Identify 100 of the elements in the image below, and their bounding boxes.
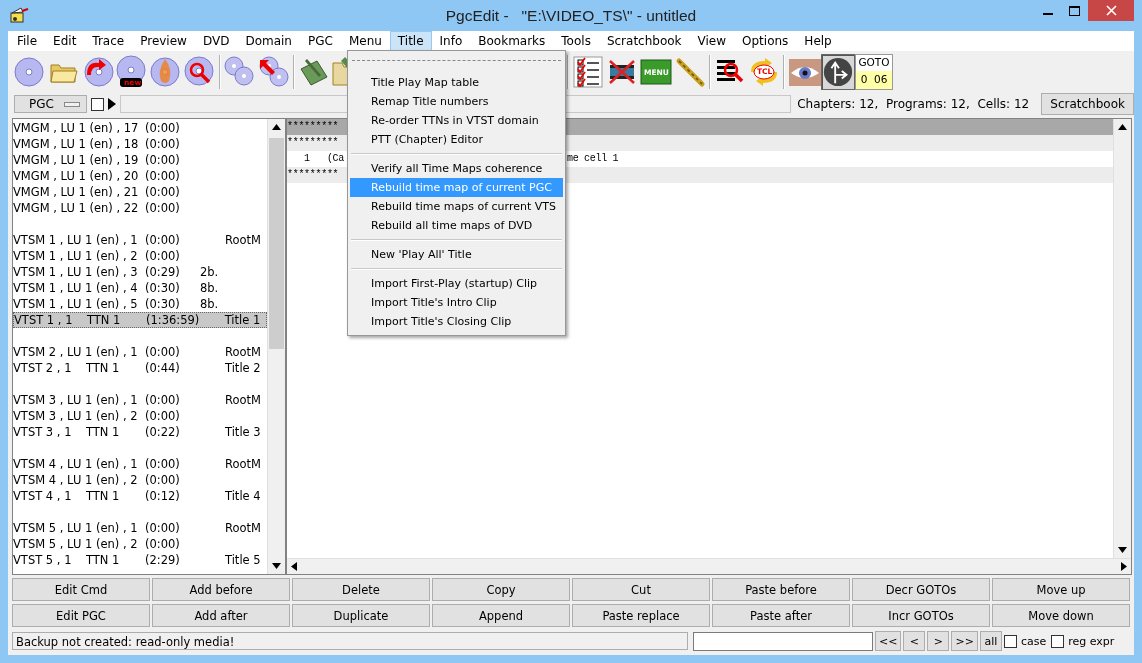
- menu-item[interactable]: Options: [734, 30, 797, 52]
- discs-icon: [223, 55, 257, 89]
- command-button[interactable]: Cut: [572, 578, 710, 601]
- menu-item[interactable]: File: [9, 30, 46, 52]
- list-item[interactable]: VTSM 1 , LU 1 (en) , 1 (0:00) RootM: [13, 232, 267, 248]
- list-item[interactable]: VMGM , LU 1 (en) , 20 (0:00): [13, 168, 267, 184]
- menu-item[interactable]: Menu: [340, 30, 390, 52]
- scrollbar[interactable]: [287, 558, 1131, 574]
- menu-item[interactable]: Verify all Time Maps coherence: [350, 159, 563, 178]
- discs-arrow-icon: [257, 55, 291, 89]
- menu-item[interactable]: Bookmarks: [470, 30, 554, 52]
- play-icon[interactable]: [108, 98, 117, 110]
- list-item[interactable]: VTSM 1 , LU 1 (en) , 2 (0:00): [13, 248, 267, 264]
- menu-item[interactable]: Domain: [237, 30, 300, 52]
- code-line: *********: [287, 136, 339, 150]
- command-button[interactable]: Delete: [292, 578, 430, 601]
- list-item[interactable]: VTSM 1 , LU 1 (en) , 3 (0:29) 2b.: [13, 264, 267, 280]
- list-item[interactable]: VTSM 5 , LU 1 (en) , 2 (0:00): [13, 536, 267, 552]
- list-item[interactable]: VTSM 4 , LU 1 (en) , 2 (0:00): [13, 472, 267, 488]
- command-button[interactable]: Copy: [432, 578, 570, 601]
- list-item[interactable]: VTSM 1 , LU 1 (en) , 4 (0:30) 8b.: [13, 280, 267, 296]
- search-field[interactable]: [693, 631, 873, 651]
- list-item[interactable]: VMGM , LU 1 (en) , 21 (0:00): [13, 184, 267, 200]
- list-item[interactable]: VTSM 3 , LU 1 (en) , 1 (0:00) RootM: [13, 392, 267, 408]
- list-item[interactable]: VTSM 3 , LU 1 (en) , 2 (0:00): [13, 408, 267, 424]
- scroll-down-icon[interactable]: [272, 563, 281, 569]
- maximize-icon[interactable]: [1069, 5, 1080, 16]
- menu-item[interactable]: Edit: [45, 30, 85, 52]
- menu-item[interactable]: Re-order TTNs in VTST domain: [350, 111, 563, 130]
- menu-item[interactable]: PGC: [299, 30, 341, 52]
- menu-item[interactable]: PTT (Chapter) Editor: [350, 130, 563, 149]
- search-button[interactable]: <<: [875, 631, 902, 651]
- command-button[interactable]: Paste after: [712, 604, 850, 627]
- command-button[interactable]: Move up: [992, 578, 1130, 601]
- list-item[interactable]: VTSM 2 , LU 1 (en) , 1 (0:00) RootM: [13, 344, 267, 360]
- menu-item[interactable]: Info: [431, 30, 471, 52]
- list-item[interactable]: VMGM , LU 1 (en) , 18 (0:00): [13, 136, 267, 152]
- list-item[interactable]: VTST 2 , 1 TTN 1 (0:44) Title 2: [13, 360, 267, 376]
- menu-item[interactable]: Rebuild time maps of current VTS: [350, 197, 563, 216]
- goto-button[interactable]: GOTO 0 06: [855, 54, 893, 90]
- menu-item[interactable]: Preview: [132, 30, 195, 52]
- scrollbar[interactable]: [267, 119, 285, 574]
- menu-item[interactable]: Title Play Map table: [350, 73, 563, 92]
- close-button[interactable]: [1088, 0, 1134, 21]
- checkbox[interactable]: [1051, 634, 1065, 648]
- menu-item[interactable]: Import Title's Intro Clip: [350, 293, 563, 312]
- disc-icon: [13, 55, 47, 89]
- scratchbook-button[interactable]: Scratchbook: [1041, 93, 1134, 115]
- checkbox[interactable]: [1003, 634, 1017, 648]
- menu-item[interactable]: Title: [389, 30, 432, 52]
- command-button[interactable]: Move down: [992, 604, 1130, 627]
- command-button[interactable]: Paste replace: [572, 604, 710, 627]
- list-item[interactable]: VMGM , LU 1 (en) , 22 (0:00): [13, 200, 267, 216]
- command-button[interactable]: Edit PGC: [12, 604, 150, 627]
- command-button[interactable]: Incr GOTOs: [852, 604, 990, 627]
- menu-item[interactable]: Import First-Play (startup) Clip: [350, 274, 563, 293]
- scroll-up-icon[interactable]: [1118, 124, 1127, 130]
- toolbar-button[interactable]: [571, 54, 605, 90]
- command-button[interactable]: Add after: [152, 604, 290, 627]
- scrollbar[interactable]: [1113, 119, 1131, 558]
- search-button[interactable]: all: [979, 631, 1002, 651]
- menu-item[interactable]: Import Title's Closing Clip: [350, 312, 563, 331]
- disc-icon: [115, 55, 149, 89]
- scroll-right-icon[interactable]: [1121, 562, 1127, 571]
- list-item[interactable]: VTST 5 , 1 TTN 1 (2:29) Title 5: [13, 552, 267, 568]
- command-button[interactable]: Add before: [152, 578, 290, 601]
- domain-dropdown[interactable]: PGC: [14, 95, 88, 113]
- list-item[interactable]: VTST 3 , 1 TTN 1 (0:22) Title 3: [13, 424, 267, 440]
- menu-item[interactable]: View: [689, 30, 735, 52]
- disc-flame-icon: [149, 55, 183, 89]
- scroll-down-icon[interactable]: [1118, 547, 1127, 553]
- command-button[interactable]: Append: [432, 604, 570, 627]
- menu-item[interactable]: Scratchbook: [598, 30, 690, 52]
- list-item[interactable]: VMGM , LU 1 (en) , 19 (0:00): [13, 152, 267, 168]
- menu-item[interactable]: DVD: [194, 30, 238, 52]
- list-item[interactable]: VMGM , LU 1 (en) , 17 (0:00): [13, 120, 267, 136]
- menu-item[interactable]: Help: [796, 30, 840, 52]
- menu-item[interactable]: New 'Play All' Title: [350, 245, 563, 264]
- checklist-icon: [571, 55, 605, 89]
- menu-item[interactable]: Tools: [553, 30, 599, 52]
- list-item[interactable]: VTSM 5 , LU 1 (en) , 1 (0:00) RootM: [13, 520, 267, 536]
- search-button[interactable]: >>: [951, 631, 978, 651]
- command-button[interactable]: Paste before: [712, 578, 850, 601]
- search-button[interactable]: <: [903, 631, 926, 651]
- menu-item[interactable]: Remap Title numbers: [350, 92, 563, 111]
- list-item[interactable]: VTSM 4 , LU 1 (en) , 1 (0:00) RootM: [13, 456, 267, 472]
- scroll-up-icon[interactable]: [272, 124, 281, 130]
- toolbar-button[interactable]: [821, 54, 855, 90]
- checkbox[interactable]: [91, 97, 105, 111]
- status-message: Backup not created: read-only media!: [12, 632, 688, 650]
- menu-item[interactable]: Rebuild all time maps of DVD: [350, 216, 563, 235]
- search-button[interactable]: >: [927, 631, 950, 651]
- command-button[interactable]: Edit Cmd: [12, 578, 150, 601]
- scroll-left-icon[interactable]: [291, 562, 297, 571]
- list-item[interactable]: VTSM 1 , LU 1 (en) , 5 (0:30) 8b.: [13, 296, 267, 312]
- command-button[interactable]: Decr GOTOs: [852, 578, 990, 601]
- command-button[interactable]: Duplicate: [292, 604, 430, 627]
- list-item[interactable]: VTST 4 , 1 TTN 1 (0:12) Title 4: [13, 488, 267, 504]
- list-item[interactable]: VTST 1 , 1 TTN 1 (1:36:59) Title 1: [13, 312, 267, 328]
- menu-item[interactable]: Trace: [84, 30, 133, 52]
